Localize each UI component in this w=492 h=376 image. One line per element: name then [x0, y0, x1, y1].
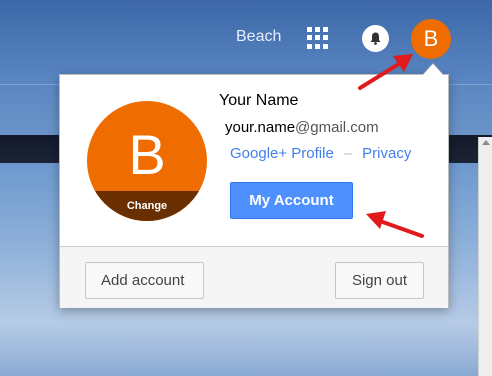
popup-links: Google+ Profile – Privacy: [230, 145, 411, 162]
popup-caret: [423, 64, 443, 75]
page-scrollbar[interactable]: [478, 137, 492, 376]
apps-grid-dot: [315, 27, 320, 32]
profile-photo-letter: B: [128, 123, 166, 186]
account-popup: B Change Your Name your.name@gmail.com G…: [59, 74, 449, 308]
account-name: Your Name: [219, 92, 299, 109]
sign-out-button[interactable]: Sign out: [335, 262, 424, 299]
popup-footer: Add account Sign out: [60, 246, 448, 308]
my-account-button[interactable]: My Account: [230, 182, 353, 219]
account-email: your.name@gmail.com: [225, 119, 379, 136]
email-domain: @gmail.com: [295, 119, 379, 136]
apps-grid-dot: [315, 35, 320, 41]
notifications-button[interactable]: [362, 25, 389, 52]
link-separator: –: [343, 145, 353, 162]
apps-grid-dot: [323, 43, 328, 49]
apps-grid-dot: [307, 43, 312, 49]
apps-grid-dot: [323, 35, 328, 41]
apps-grid-dot: [307, 27, 312, 32]
apps-grid-icon[interactable]: [307, 27, 329, 49]
apps-grid-dot: [307, 35, 312, 41]
privacy-link[interactable]: Privacy: [362, 145, 411, 162]
scroll-up-icon[interactable]: [482, 140, 490, 145]
apps-grid-dot: [315, 43, 320, 49]
apps-grid-dot: [323, 27, 328, 32]
email-user: your.name: [225, 119, 296, 136]
profile-photo[interactable]: B Change: [87, 101, 207, 221]
account-avatar-button[interactable]: B: [411, 19, 451, 59]
topbar-beach-link[interactable]: Beach: [236, 28, 281, 46]
bell-icon: [370, 32, 381, 45]
change-photo-button[interactable]: Change: [87, 191, 207, 221]
google-plus-profile-link[interactable]: Google+ Profile: [230, 145, 334, 162]
add-account-button[interactable]: Add account: [85, 262, 204, 299]
